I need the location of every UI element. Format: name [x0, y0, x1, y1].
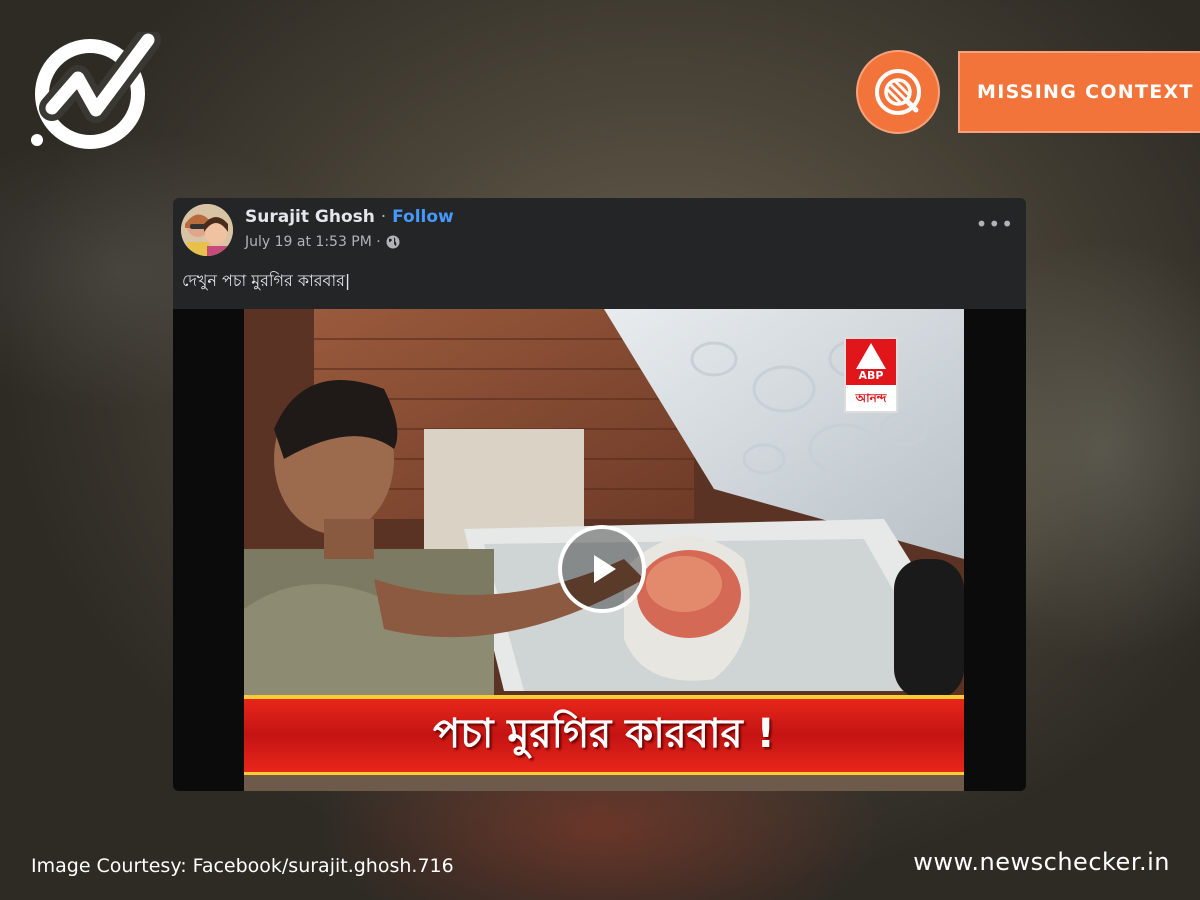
post-meta: July 19 at 1:53 PM ·: [245, 234, 400, 250]
play-icon: [594, 555, 616, 583]
follow-link[interactable]: Follow: [392, 207, 454, 227]
missing-context-icon: [856, 50, 940, 134]
verdict-badge: MISSING CONTEXT: [958, 51, 1200, 133]
author-name[interactable]: Surajit Ghosh: [245, 207, 375, 227]
newschecker-logo-icon: [31, 32, 161, 149]
site-url[interactable]: www.newschecker.in: [913, 848, 1170, 876]
channel-logo-bottom: আনন্দ: [855, 391, 887, 405]
post-author-line: Surajit Ghosh · Follow: [245, 207, 454, 227]
separator-dot: ·: [380, 207, 387, 227]
news-ticker: পচা মুরগির কারবার !: [244, 695, 964, 775]
facebook-post: Surajit Ghosh · Follow July 19 at 1:53 P…: [173, 198, 1026, 791]
image-courtesy: Image Courtesy: Facebook/surajit.ghosh.7…: [31, 855, 454, 877]
post-timestamp[interactable]: July 19 at 1:53 PM ·: [245, 234, 381, 250]
video-player[interactable]: ABP আনন্দ পচা মুরগির কারবার !: [173, 309, 1026, 791]
channel-logo: ABP আনন্দ: [844, 337, 898, 413]
more-options-icon[interactable]: •••: [976, 214, 1014, 234]
post-caption: দেখুন পচা মুরগির কারবার|: [182, 271, 351, 290]
avatar[interactable]: [181, 204, 233, 256]
play-button[interactable]: [558, 525, 646, 613]
channel-logo-top: ABP: [858, 369, 884, 382]
globe-icon: [386, 235, 400, 249]
